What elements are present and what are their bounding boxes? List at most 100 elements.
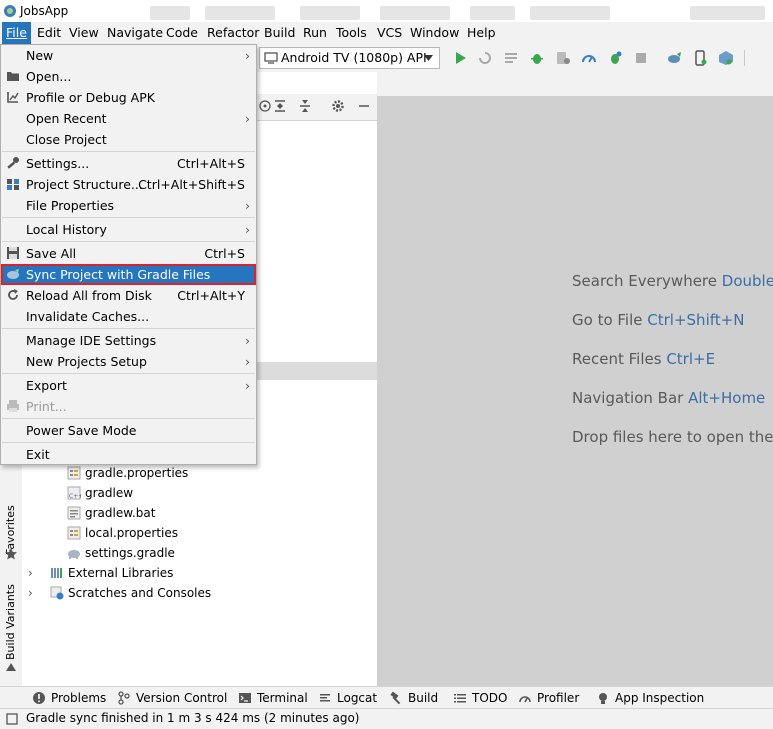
tree-item-gradle-properties[interactable]: gradle.properties [67,463,188,483]
profiler-icon[interactable] [581,50,597,66]
printer-icon [7,400,19,412]
menu-item-sync-gradle[interactable]: Sync Project with Gradle Files [1,264,256,285]
tree-item-scratches[interactable]: › Scratches and Consoles [28,583,211,603]
background-tab [470,6,515,20]
expand-all-icon[interactable] [273,99,287,113]
gradle-sync-icon [7,269,19,279]
hint-navigation-bar: Navigation Bar Alt+Home [572,389,766,407]
terminal-icon [239,693,251,703]
device-selector[interactable]: Android TV (1080p) API Q [259,47,440,85]
rerun-icon[interactable] [477,50,493,66]
stop-icon[interactable] [633,50,649,66]
tree-item-gradlew[interactable]: C++ gradlew [67,483,133,503]
menu-refactor[interactable]: Refactor [203,22,263,44]
sdk-manager-icon[interactable] [718,50,734,66]
star-icon [5,548,17,560]
menu-help[interactable]: Help [463,22,500,44]
status-bar: Gradle sync finished in 1 m 3 s 424 ms (… [0,708,773,729]
background-tab [690,6,765,20]
menu-item-profile-debug-apk[interactable]: Profile or Debug APK [1,87,256,108]
menu-run[interactable]: Run [299,22,331,44]
menu-item-close-project[interactable]: Close Project [1,129,256,150]
tab-profiler[interactable]: Profiler [518,687,579,709]
background-tab [300,6,360,20]
status-message[interactable]: Gradle sync finished in 1 m 3 s 424 ms (… [26,711,360,725]
menu-build[interactable]: Build [260,22,299,44]
menu-item-open[interactable]: Open... [1,66,256,87]
hide-panel-icon[interactable] [357,99,371,113]
tab-build[interactable]: Build [389,687,438,709]
tab-version-control[interactable]: Version Control [117,687,227,709]
menu-item-settings[interactable]: Settings... Ctrl+Alt+S [1,153,256,174]
menu-separator [2,373,255,374]
background-tab [380,6,450,20]
scratch-icon [50,586,64,600]
tv-device-icon [264,52,278,64]
svg-text:C++: C++ [69,493,81,500]
menu-file[interactable]: File [2,22,31,44]
menu-vcs[interactable]: VCS [373,22,406,44]
hint-search-everywhere: Search Everywhere Double Sh [572,272,773,290]
collapse-all-icon[interactable] [298,99,312,113]
tree-item-settings-gradle[interactable]: settings.gradle [67,543,175,563]
branch-icon [118,691,130,705]
library-icon [51,568,62,578]
locate-icon[interactable] [258,99,272,113]
tab-app-inspection[interactable]: App Inspection [596,687,704,709]
background-tab [205,6,275,20]
menu-item-project-structure[interactable]: Project Structure... Ctrl+Alt+Shift+S [1,174,256,195]
menu-tools[interactable]: Tools [332,22,371,44]
menu-code[interactable]: Code [162,22,202,44]
attach-debugger-icon[interactable] [555,50,571,66]
menu-item-invalidate-caches[interactable]: Invalidate Caches... [1,306,256,327]
hint-drop-files: Drop files here to open them [572,428,773,446]
menu-item-export[interactable]: Export › [1,375,256,396]
tab-logcat[interactable]: Logcat [318,687,377,709]
gear-icon[interactable] [331,99,345,113]
save-icon [7,247,19,259]
tree-item-gradlew-bat[interactable]: gradlew.bat [67,503,155,523]
tree-expander[interactable]: › [28,563,33,583]
menu-item-save-all[interactable]: Save All Ctrl+S [1,243,256,264]
menu-bar: File Edit View Navigate Code Refactor Bu… [0,22,773,44]
tab-todo[interactable]: TODO [453,687,507,709]
run-icon[interactable] [452,50,468,66]
menu-item-print: Print... [1,396,256,417]
menu-view[interactable]: View [65,22,103,44]
menu-item-power-save-mode[interactable]: Power Save Mode [1,420,256,441]
debug-icon[interactable] [529,50,545,66]
menu-separator [2,217,255,218]
logcat-icon [320,694,330,702]
device-manager-icon[interactable] [692,50,708,66]
menu-item-local-history[interactable]: Local History › [1,219,256,240]
apk-profile-icon [7,92,19,103]
status-square-icon[interactable] [6,713,18,725]
chevron-down-icon [424,55,433,61]
menu-item-new[interactable]: New › [1,45,256,66]
menu-navigate[interactable]: Navigate [103,22,167,44]
editor-empty-area[interactable]: Search Everywhere Double Sh Go to File C… [377,96,773,686]
menu-window[interactable]: Window [406,22,463,44]
profiler-gauge-icon [519,696,531,703]
background-tab [150,6,190,20]
build-variants-tab[interactable]: Build Variants [0,582,22,662]
tree-expander[interactable]: › [28,583,33,603]
tab-terminal[interactable]: Terminal [238,687,308,709]
todo-list-icon [454,694,466,703]
menu-separator [2,241,255,242]
menu-item-manage-ide-settings[interactable]: Manage IDE Settings › [1,330,256,351]
menu-item-file-properties[interactable]: File Properties › [1,195,256,216]
tab-problems[interactable]: Problems [32,687,106,709]
tree-item-local-properties[interactable]: local.properties [67,523,178,543]
menu-item-open-recent[interactable]: Open Recent › [1,108,256,129]
menu-item-reload-all[interactable]: Reload All from Disk Ctrl+Alt+Y [1,285,256,306]
menu-item-new-projects-setup[interactable]: New Projects Setup › [1,351,256,372]
apply-changes-icon[interactable] [503,50,519,66]
menu-item-exit[interactable]: Exit [1,444,256,465]
tree-item-external-libraries[interactable]: › External Libraries [28,563,173,583]
gradle-sync-icon[interactable] [667,50,683,66]
menu-edit[interactable]: Edit [33,22,65,44]
debug-attach-icon[interactable] [607,50,623,66]
reload-icon [8,289,18,300]
problems-icon [33,692,45,704]
